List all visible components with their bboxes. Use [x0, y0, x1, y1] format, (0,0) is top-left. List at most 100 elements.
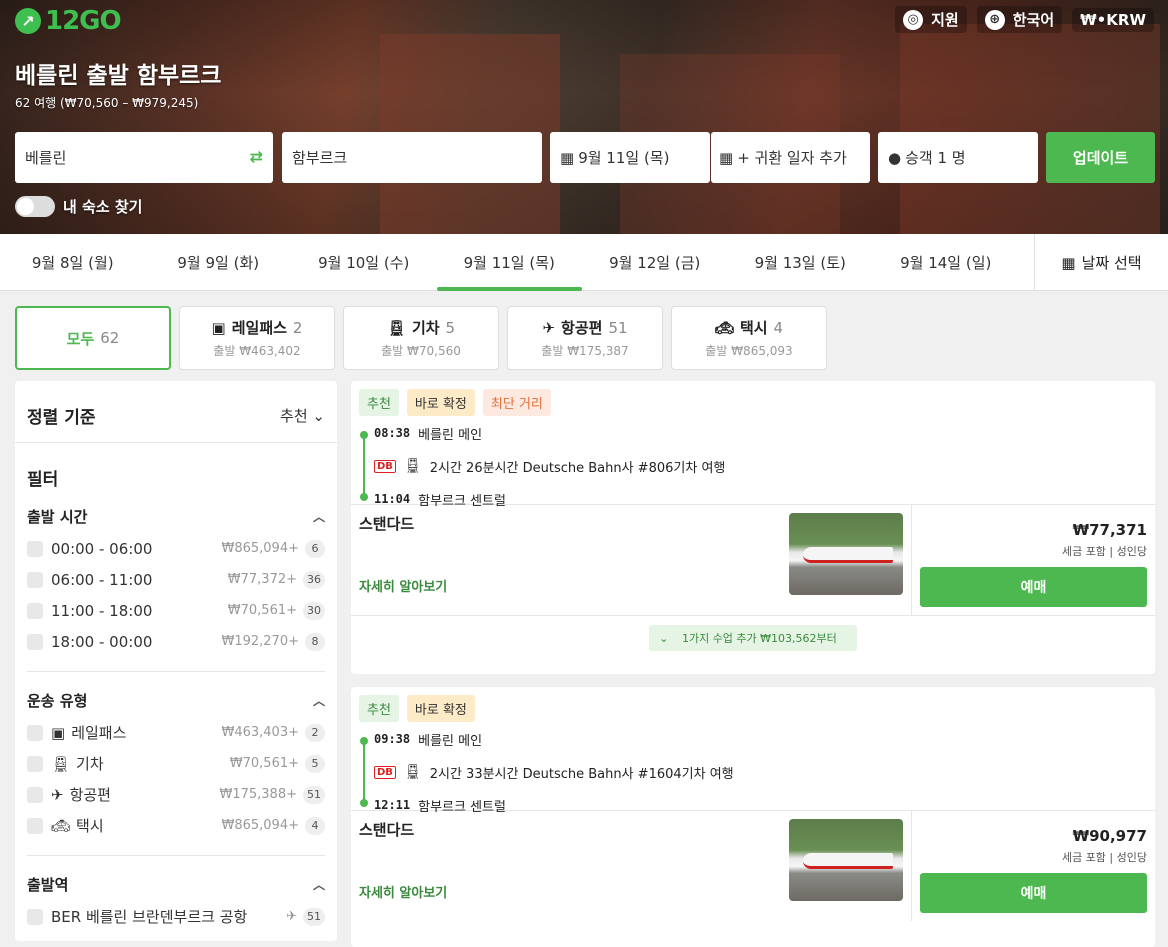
checkbox[interactable] [27, 602, 43, 619]
fare-price: ₩77,371 [1072, 521, 1147, 539]
category-count: 2 [292, 318, 303, 337]
filter-option[interactable]: 06:00 - 11:00 ₩77,372+ 36 [15, 564, 337, 595]
price-note: 세금 포함 | 성인당 [1061, 545, 1147, 558]
date-tab[interactable]: 9월 10일 (수) [291, 234, 437, 291]
divider [27, 671, 325, 672]
update-button[interactable]: 업데이트 [1046, 132, 1155, 183]
train-icon: 🚆︎ [403, 764, 422, 780]
calendar-icon: ▦ [560, 148, 575, 167]
airplane-icon: ✈ [51, 785, 64, 804]
trip-info: DB 🚆︎ 2시간 26분시간 Deutsche Bahn사 #806기차 여행 [374, 444, 1155, 488]
logo[interactable]: ↗ 12GO [15, 6, 122, 36]
from-input[interactable]: 베를린 ⇄ [15, 132, 273, 183]
category-taxi[interactable]: 🚕︎ 택시 4 출발 ₩865,093 [671, 306, 827, 370]
option-label: 항공편 [69, 786, 111, 804]
swap-icon[interactable]: ⇄ [250, 147, 263, 166]
option-count: 30 [303, 601, 325, 620]
passengers-input[interactable]: ● 승객 1 명 [878, 132, 1038, 183]
calendar-icon: ▦ [1061, 253, 1076, 272]
sort-dropdown[interactable]: 추천 ⌄ [280, 405, 325, 426]
date-tab[interactable]: 9월 13일 (토) [728, 234, 874, 291]
fare-row: 스탠다드 자세히 알아보기 ₩77,371 세금 포함 | 성인당 예매 [351, 504, 1155, 615]
date-tab[interactable]: 9월 8일 (월) [0, 234, 146, 291]
checkbox[interactable] [27, 786, 43, 803]
train-photo[interactable] [789, 819, 903, 901]
globe-icon: ⊕ [984, 9, 1005, 30]
checkbox[interactable] [27, 724, 43, 741]
filter-sidebar: 정렬 기준 추천 ⌄ 필터 출발 시간 ︿ 00:00 - 06:00 ₩865,… [15, 381, 337, 941]
lifebuoy-icon: ◎ [903, 9, 924, 30]
tag-recommended: 추천 [359, 695, 399, 722]
accommodation-toggle-label: 내 숙소 찾기 [63, 198, 143, 216]
option-count: 5 [305, 754, 325, 773]
category-railpass[interactable]: ▣ 레일패스 2 출발 ₩463,402 [179, 306, 335, 370]
date-picker-label: 날짜 선택 [1081, 254, 1142, 272]
checkbox[interactable] [27, 571, 43, 588]
category-all[interactable]: 모두 62 [15, 306, 171, 370]
support-link[interactable]: ◎ 지원 [895, 6, 967, 33]
section-title: 출발 시간 [27, 508, 88, 526]
to-value: 함부르크 [292, 149, 348, 167]
departure-station-section[interactable]: 출발역 ︿ [15, 864, 337, 901]
checkbox[interactable] [27, 908, 43, 925]
filter-option[interactable]: 18:00 - 00:00 ₩192,270+ 8 [15, 626, 337, 657]
language-selector[interactable]: ⊕ 한국어 [976, 6, 1063, 33]
return-date-input[interactable]: ▦ + 귀환 일자 추가 [711, 132, 870, 183]
person-icon: ● [888, 148, 902, 167]
category-label: 항공편 [561, 319, 603, 337]
to-input[interactable]: 함부르크 [282, 132, 542, 183]
route-dot [360, 799, 368, 807]
tag-recommended: 추천 [359, 389, 399, 416]
date-tab[interactable]: 9월 9일 (화) [146, 234, 292, 291]
option-label: 레일패스 [71, 724, 127, 742]
category-count: 62 [100, 329, 120, 347]
filter-option[interactable]: 00:00 - 06:00 ₩865,094+ 6 [15, 533, 337, 564]
date-picker-button[interactable]: ▦ 날짜 선택 [1034, 234, 1168, 291]
filter-option[interactable]: 🚕︎ 택시 ₩865,094+ 4 [15, 810, 337, 841]
option-price: ₩175,388+ [219, 787, 297, 802]
book-button[interactable]: 예매 [920, 873, 1147, 913]
fare-price: ₩90,977 [1072, 827, 1147, 845]
departure: 08:38 베를린 메인 [374, 422, 1155, 444]
option-price: ₩865,094+ [221, 818, 299, 833]
filter-option[interactable]: ▣ 레일패스 ₩463,403+ 2 [15, 717, 337, 748]
option-count: 4 [305, 816, 325, 835]
category-flight[interactable]: ✈ 항공편 51 출발 ₩175,387 [507, 306, 663, 370]
tag-instant-confirm: 바로 확정 [406, 389, 475, 416]
accommodation-toggle[interactable] [15, 196, 55, 217]
taxi-icon: 🚕︎ [51, 816, 71, 835]
date-input[interactable]: ▦ 9월 11일 (목) [550, 132, 710, 183]
section-title: 운송 유형 [27, 692, 88, 710]
more-info-link[interactable]: 자세히 알아보기 [359, 576, 447, 595]
date-tab[interactable]: 9월 12일 (금) [582, 234, 728, 291]
accommodation-toggle-row: 내 숙소 찾기 [15, 196, 142, 217]
checkbox[interactable] [27, 817, 43, 834]
option-count: 6 [305, 539, 325, 558]
price-note: 세금 포함 | 성인당 [1061, 851, 1147, 864]
filter-option[interactable]: BER 베를린 브란덴부르크 공항 ✈ 51 [15, 901, 337, 932]
departure: 09:38 베를린 메인 [374, 728, 1155, 750]
filter-option[interactable]: ✈ 항공편 ₩175,388+ 51 [15, 779, 337, 810]
filter-option[interactable]: 🚆︎ 기차 ₩70,561+ 5 [15, 748, 337, 779]
book-button[interactable]: 예매 [920, 567, 1147, 607]
train-photo[interactable] [789, 513, 903, 595]
extra-classes-button[interactable]: ⌄ 1가지 수업 추가 ₩103,562부터 [649, 624, 857, 651]
category-train[interactable]: 🚆︎ 기차 5 출발 ₩70,560 [343, 306, 499, 370]
transport-category-tabs: 모두 62 ▣ 레일패스 2 출발 ₩463,402 🚆︎ 기차 5 출발 ₩70,… [15, 306, 827, 370]
chevron-up-icon: ︿ [312, 878, 325, 892]
sort-control[interactable]: 정렬 기준 추천 ⌄ [15, 381, 337, 443]
extra-classes: ⌄ 1가지 수업 추가 ₩103,562부터 [351, 615, 1155, 659]
date-tab-active[interactable]: 9월 11일 (목) [436, 234, 583, 291]
departure-time-section[interactable]: 출발 시간 ︿ [15, 496, 337, 533]
filter-option[interactable]: 11:00 - 18:00 ₩70,561+ 30 [15, 595, 337, 626]
more-info-link[interactable]: 자세히 알아보기 [359, 882, 447, 901]
tag-shortest: 최단 거리 [482, 389, 551, 416]
departure-time: 08:38 [374, 426, 411, 440]
checkbox[interactable] [27, 633, 43, 650]
transport-type-section[interactable]: 운송 유형 ︿ [15, 680, 337, 717]
top-nav: ◎ 지원 ⊕ 한국어 ₩•KRW [895, 6, 1154, 33]
checkbox[interactable] [27, 540, 43, 557]
currency-selector[interactable]: ₩•KRW [1072, 7, 1154, 32]
date-tab[interactable]: 9월 14일 (일) [873, 234, 1019, 291]
checkbox[interactable] [27, 755, 43, 772]
